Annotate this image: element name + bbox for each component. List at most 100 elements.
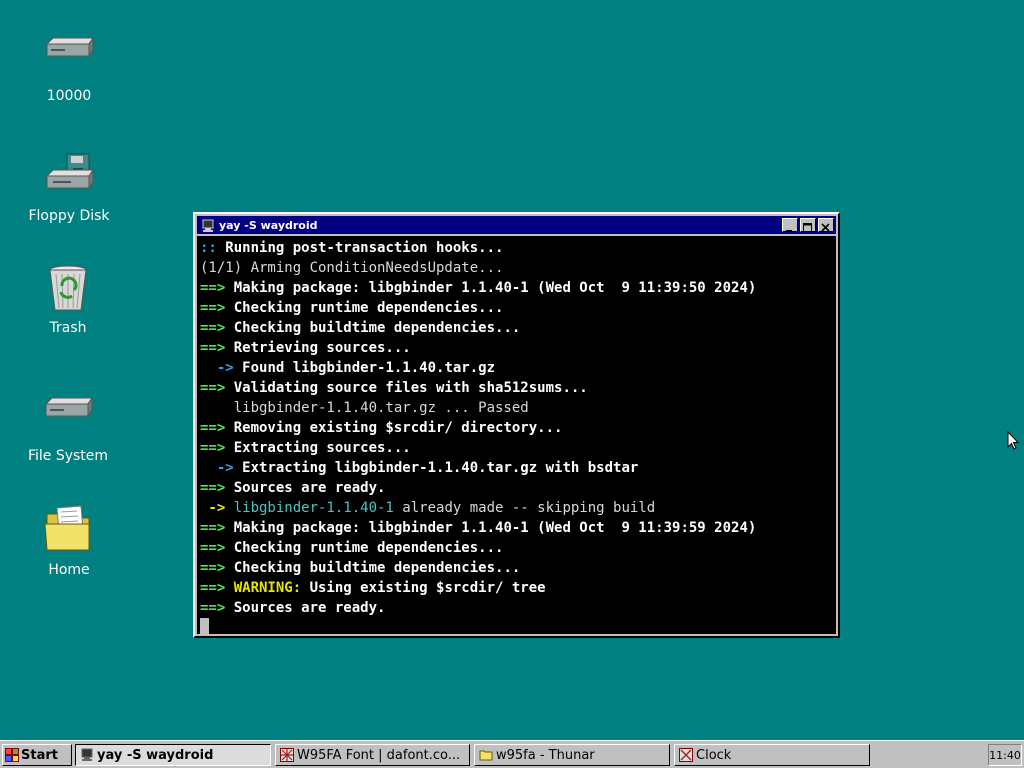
terminal-line: ==> Making package: libgbinder 1.1.40-1 …: [200, 278, 836, 298]
desktop-icon-10000[interactable]: 10000: [9, 30, 129, 104]
mouse-pointer-icon: [1007, 431, 1019, 450]
task-button-clock[interactable]: Clock: [674, 744, 870, 766]
floppy-drive-icon: [43, 150, 95, 202]
desktop-icon-label: Home: [48, 562, 90, 578]
terminal-text: ==>: [200, 320, 234, 336]
terminal-text: ==>: [200, 440, 234, 456]
minimize-button[interactable]: [782, 218, 798, 232]
terminal-text: Checking runtime dependencies...: [233, 540, 504, 556]
browser-icon: [280, 748, 294, 762]
task-label: w95fa - Thunar: [496, 747, 595, 763]
terminal-text: ::: [200, 240, 226, 256]
terminal-text: Extracting libgbinder-1.1.40.tar.gz with…: [242, 460, 639, 476]
desktop-icon-label: Trash: [49, 320, 87, 336]
desktop-icon-trash[interactable]: Trash: [8, 262, 128, 336]
system-clock[interactable]: 11:40: [988, 744, 1022, 766]
drive-icon: [43, 30, 95, 82]
terminal-line: libgbinder-1.1.40.tar.gz ... Passed: [200, 398, 836, 418]
terminal-prompt-line: [200, 618, 836, 634]
terminal-text: Using existing $srcdir/ tree: [309, 580, 546, 596]
terminal-line: ==> Sources are ready.: [200, 478, 836, 498]
terminal-text: ==>: [200, 280, 234, 296]
desktop-icon-floppy-disk[interactable]: Floppy Disk: [9, 150, 129, 224]
terminal-text: Extracting sources...: [233, 440, 411, 456]
trash-icon: [42, 262, 94, 314]
start-label: Start: [21, 747, 58, 763]
terminal-text: Sources are ready.: [233, 480, 386, 496]
terminal-text: ==>: [200, 480, 234, 496]
terminal-text: libgbinder-1.1.40.tar.gz ... Passed: [200, 400, 529, 416]
terminal-text: ==>: [200, 380, 234, 396]
terminal-line: ==> Removing existing $srcdir/ directory…: [200, 418, 836, 438]
terminal-text: ->: [200, 500, 234, 516]
terminal-text: ==>: [200, 300, 234, 316]
task-button-terminal[interactable]: yay -S waydroid: [75, 744, 271, 766]
terminal-text: ->: [200, 460, 243, 476]
desktop-icon-file-system[interactable]: File System: [8, 390, 128, 464]
folder-icon: [43, 504, 95, 556]
minimize-icon: [786, 230, 792, 232]
terminal-line: ==> Validating source files with sha512s…: [200, 378, 836, 398]
window-titlebar[interactable]: yay -S waydroid: [197, 216, 836, 234]
window-title: yay -S waydroid: [219, 218, 318, 232]
terminal-line: ==> Sources are ready.: [200, 598, 836, 618]
terminal-line: ==> Checking buildtime dependencies...: [200, 318, 836, 338]
terminal-text: Making package: libgbinder 1.1.40-1 (Wed…: [233, 520, 757, 536]
start-logo-icon: [5, 748, 19, 762]
maximize-icon: [803, 223, 812, 232]
terminal-line: ==> Retrieving sources...: [200, 338, 836, 358]
terminal-line: -> Found libgbinder-1.1.40.tar.gz: [200, 358, 836, 378]
maximize-button[interactable]: [800, 218, 816, 232]
terminal-line: :: Running post-transaction hooks...: [200, 238, 836, 258]
close-icon: [821, 223, 830, 232]
close-button[interactable]: [818, 218, 834, 232]
terminal-line: (1/1) Arming ConditionNeedsUpdate...: [200, 258, 836, 278]
terminal-line: -> Extracting libgbinder-1.1.40.tar.gz w…: [200, 458, 836, 478]
task-button-browser[interactable]: W95FA Font | dafont.co...: [275, 744, 470, 766]
terminal-text: Checking buildtime dependencies...: [233, 560, 521, 576]
terminal-line: ==> Extracting sources...: [200, 438, 836, 458]
terminal-text: Running post-transaction hooks...: [225, 240, 504, 256]
folder-icon: [479, 748, 493, 762]
terminal-text: Found libgbinder-1.1.40.tar.gz: [242, 360, 496, 376]
terminal-text: Checking buildtime dependencies...: [233, 320, 521, 336]
clock-time: 11:40: [989, 748, 1021, 762]
terminal-text: Sources are ready.: [233, 600, 386, 616]
clock-icon: [679, 748, 693, 762]
terminal-text: ==>: [200, 340, 234, 356]
terminal-text: already made -- skipping build: [393, 500, 656, 516]
desktop-icon-home[interactable]: Home: [9, 504, 129, 578]
terminal-window[interactable]: yay -S waydroid :: Running post-transact…: [193, 212, 840, 638]
task-label: yay -S waydroid: [97, 747, 214, 763]
terminal-text: libgbinder-1.1.40-1: [233, 500, 394, 516]
start-button[interactable]: Start: [2, 744, 72, 766]
terminal-text: ==>: [200, 520, 234, 536]
terminal-cursor: [200, 618, 209, 634]
desktop-icon-label: 10000: [46, 88, 92, 104]
terminal-text: Checking runtime dependencies...: [233, 300, 504, 316]
terminal-text: ==>: [200, 600, 234, 616]
terminal-line: -> libgbinder-1.1.40-1 already made -- s…: [200, 498, 836, 518]
desktop-icon-label: File System: [27, 448, 109, 464]
drive-icon: [42, 390, 94, 442]
terminal-line: ==> WARNING: Using existing $srcdir/ tre…: [200, 578, 836, 598]
terminal-line: ==> Making package: libgbinder 1.1.40-1 …: [200, 518, 836, 538]
terminal-text: ==>: [200, 420, 234, 436]
terminal-output[interactable]: :: Running post-transaction hooks... (1/1…: [197, 236, 836, 634]
desktop-icon-label: Floppy Disk: [28, 208, 110, 224]
terminal-line: ==> Checking buildtime dependencies...: [200, 558, 836, 578]
task-label: Clock: [696, 747, 732, 763]
terminal-icon: [80, 748, 94, 762]
terminal-line: ==> Checking runtime dependencies...: [200, 298, 836, 318]
terminal-line: ==> Checking runtime dependencies...: [200, 538, 836, 558]
terminal-text: ->: [200, 360, 243, 376]
terminal-text: ==>: [200, 540, 234, 556]
task-label: W95FA Font | dafont.co...: [297, 747, 461, 763]
terminal-icon: [201, 218, 215, 232]
taskbar: Start yay -S waydroid W95FA Font | dafon…: [0, 740, 1024, 768]
terminal-text: WARNING:: [233, 580, 310, 596]
terminal-text: Retrieving sources...: [233, 340, 411, 356]
terminal-text: ==>: [200, 560, 234, 576]
task-button-thunar[interactable]: w95fa - Thunar: [474, 744, 670, 766]
terminal-text: Validating source files with sha512sums.…: [233, 380, 588, 396]
